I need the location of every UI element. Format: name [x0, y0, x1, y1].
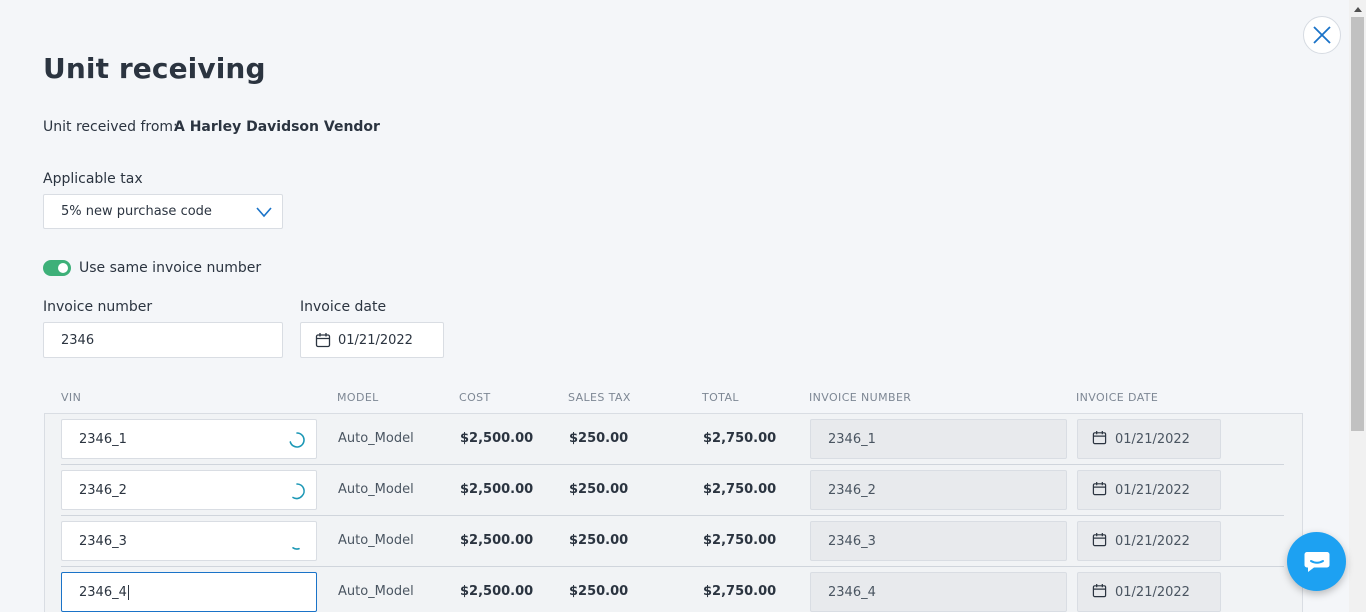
model-cell: Auto_Model: [338, 431, 414, 446]
vin-value: 2346_2: [79, 482, 127, 498]
row-invoice-date-value: 01/21/2022: [1115, 431, 1190, 447]
column-header-cost: COST: [459, 391, 491, 404]
received-from-value: A Harley Davidson Vendor: [174, 119, 380, 135]
column-header-sales-tax: SALES TAX: [568, 391, 631, 404]
units-table: VIN MODEL COST SALES TAX TOTAL INVOICE N…: [44, 383, 1303, 612]
row-invoice-number-value: 2346_2: [828, 482, 876, 498]
cost-cell: $2,500.00: [460, 584, 534, 599]
row-invoice-date-value: 01/21/2022: [1115, 584, 1190, 600]
page-title: Unit receiving: [43, 52, 266, 85]
invoice-date-value: 01/21/2022: [338, 332, 413, 348]
row-invoice-date-value: 01/21/2022: [1115, 482, 1190, 498]
vin-input[interactable]: 2346_1: [61, 419, 317, 459]
applicable-tax-select[interactable]: 5% new purchase code: [43, 194, 283, 229]
chat-button[interactable]: [1287, 532, 1346, 591]
table-row: 2346_3 Auto_Model $2,500.00 $250.00 $2,7…: [45, 516, 1302, 567]
vin-value: 2346_4: [79, 584, 127, 600]
column-header-invoice-date: INVOICE DATE: [1076, 391, 1159, 404]
sales-tax-cell: $250.00: [569, 533, 629, 548]
cost-cell: $2,500.00: [460, 431, 534, 446]
row-invoice-date-field: 01/21/2022: [1077, 521, 1221, 561]
scroll-up-arrow[interactable]: [1349, 0, 1366, 17]
vin-input[interactable]: 2346_3: [61, 521, 317, 561]
table-row: 2346_4 Auto_Model $2,500.00 $250.00 $2,7…: [45, 567, 1302, 612]
vin-value: 2346_3: [79, 533, 127, 549]
row-invoice-number-field: 2346_1: [810, 419, 1067, 459]
invoice-date-label: Invoice date: [300, 299, 387, 315]
calendar-icon: [315, 333, 331, 348]
scrollbar[interactable]: [1349, 0, 1366, 612]
row-invoice-date-field: 01/21/2022: [1077, 470, 1221, 510]
vin-input[interactable]: 2346_4: [61, 572, 317, 612]
row-invoice-date-field: 01/21/2022: [1077, 419, 1221, 459]
text-caret: [127, 584, 129, 600]
loading-spinner-icon: [292, 483, 305, 500]
table-header: VIN MODEL COST SALES TAX TOTAL INVOICE N…: [44, 383, 1303, 413]
invoice-number-input[interactable]: 2346: [43, 322, 283, 358]
applicable-tax-value: 5% new purchase code: [61, 204, 212, 219]
total-cell: $2,750.00: [703, 533, 777, 548]
model-cell: Auto_Model: [338, 584, 414, 599]
row-invoice-date-field: 01/21/2022: [1077, 572, 1221, 612]
row-invoice-number-field: 2346_3: [810, 521, 1067, 561]
table-body: 2346_1 Auto_Model $2,500.00 $250.00 $2,7…: [44, 413, 1303, 612]
table-row: 2346_2 Auto_Model $2,500.00 $250.00 $2,7…: [45, 465, 1302, 516]
vin-value: 2346_1: [79, 431, 127, 447]
row-invoice-number-value: 2346_1: [828, 431, 876, 447]
row-invoice-number-value: 2346_3: [828, 533, 876, 549]
sales-tax-cell: $250.00: [569, 431, 629, 446]
column-header-model: MODEL: [337, 391, 379, 404]
loading-spinner-icon: [289, 432, 305, 448]
chevron-down-icon: [256, 207, 272, 218]
received-from-label: Unit received from:: [43, 119, 178, 135]
sales-tax-cell: $250.00: [569, 482, 629, 497]
close-icon: [1313, 26, 1331, 44]
column-header-invoice-number: INVOICE NUMBER: [809, 391, 912, 404]
scrollbar-thumb[interactable]: [1351, 17, 1364, 431]
loading-spinner-icon: [292, 547, 300, 550]
row-invoice-number-field: 2346_2: [810, 470, 1067, 510]
triangle-up-icon: [1353, 6, 1362, 12]
column-header-vin: VIN: [61, 391, 82, 404]
sales-tax-cell: $250.00: [569, 584, 629, 599]
row-invoice-date-value: 01/21/2022: [1115, 533, 1190, 549]
applicable-tax-label: Applicable tax: [43, 171, 143, 187]
total-cell: $2,750.00: [703, 431, 777, 446]
total-cell: $2,750.00: [703, 584, 777, 599]
row-invoice-number-field: 2346_4: [810, 572, 1067, 612]
same-invoice-toggle[interactable]: [43, 260, 71, 276]
invoice-number-label: Invoice number: [43, 299, 153, 315]
same-invoice-toggle-label: Use same invoice number: [79, 260, 262, 276]
row-invoice-number-value: 2346_4: [828, 584, 876, 600]
table-row: 2346_1 Auto_Model $2,500.00 $250.00 $2,7…: [45, 414, 1302, 465]
cost-cell: $2,500.00: [460, 533, 534, 548]
invoice-number-value: 2346: [61, 332, 95, 348]
model-cell: Auto_Model: [338, 482, 414, 497]
calendar-icon: [1092, 583, 1107, 597]
calendar-icon: [1092, 532, 1107, 546]
calendar-icon: [1092, 481, 1107, 495]
chat-icon: [1304, 551, 1329, 572]
total-cell: $2,750.00: [703, 482, 777, 497]
cost-cell: $2,500.00: [460, 482, 534, 497]
column-header-total: TOTAL: [702, 391, 739, 404]
close-button[interactable]: [1303, 16, 1341, 54]
calendar-icon: [1092, 430, 1107, 444]
model-cell: Auto_Model: [338, 533, 414, 548]
invoice-date-input[interactable]: 01/21/2022: [300, 322, 444, 358]
vin-input[interactable]: 2346_2: [61, 470, 317, 510]
toggle-knob: [58, 263, 68, 273]
